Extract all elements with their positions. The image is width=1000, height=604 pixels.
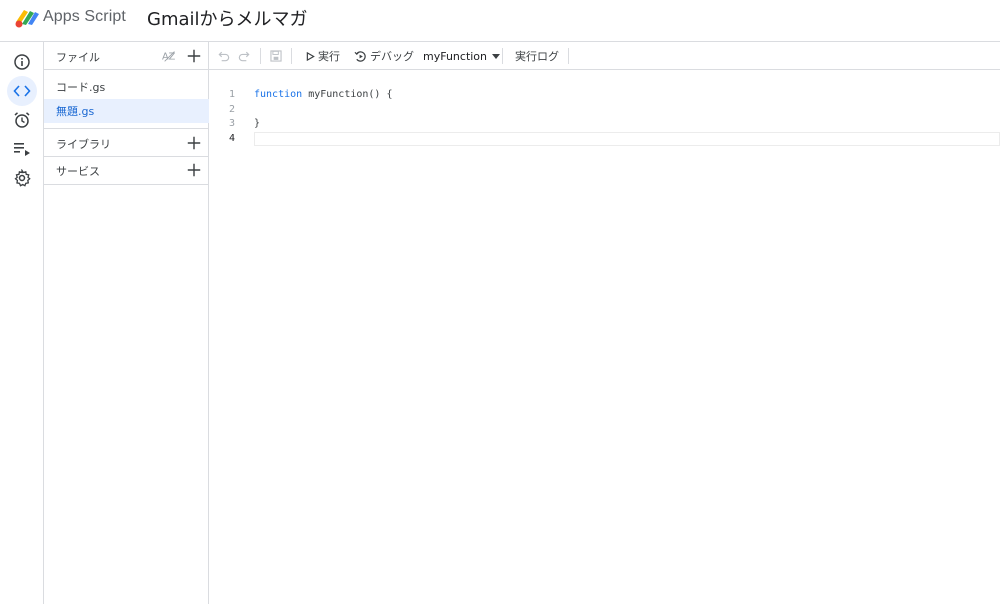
file-item-selected[interactable]: 無題.gs bbox=[44, 99, 209, 123]
line-number: 1 bbox=[228, 89, 235, 100]
apps-script-logo-icon[interactable] bbox=[14, 6, 40, 28]
code-text: myFunction() { bbox=[302, 89, 393, 100]
add-file-icon[interactable] bbox=[185, 47, 203, 65]
services-section: サービス bbox=[44, 156, 209, 185]
line-number: 3 bbox=[228, 118, 235, 129]
line-number: 2 bbox=[228, 104, 235, 115]
alarm-icon bbox=[14, 112, 30, 128]
playlist-play-icon bbox=[14, 143, 30, 156]
sort-az-icon[interactable]: AZ bbox=[161, 47, 179, 65]
libraries-label: ライブラリ bbox=[56, 138, 111, 151]
files-header: ファイル AZ bbox=[44, 42, 209, 70]
toolbar-divider bbox=[291, 48, 292, 64]
debug-icon bbox=[354, 50, 366, 62]
overview-button[interactable] bbox=[7, 47, 37, 77]
editor-button[interactable] bbox=[7, 76, 37, 106]
libraries-section: ライブラリ bbox=[44, 128, 209, 157]
info-icon bbox=[14, 54, 30, 70]
toolbar-divider bbox=[568, 48, 569, 64]
function-selector[interactable]: myFunction bbox=[423, 47, 504, 65]
run-button[interactable]: 実行 bbox=[306, 47, 340, 65]
execution-log-label: 実行ログ bbox=[515, 50, 559, 63]
project-title[interactable]: Gmailからメルマガ bbox=[147, 5, 308, 31]
left-nav-rail bbox=[0, 42, 44, 604]
line-number-current: 4 bbox=[228, 133, 235, 144]
dropdown-arrow-icon bbox=[492, 54, 501, 59]
add-service-icon[interactable] bbox=[185, 161, 203, 179]
save-icon[interactable] bbox=[267, 47, 285, 65]
play-icon bbox=[306, 51, 315, 61]
toolbar-divider bbox=[502, 48, 503, 64]
current-line-highlight bbox=[254, 132, 1000, 146]
files-title: ファイル bbox=[56, 51, 100, 64]
project-settings-button[interactable] bbox=[7, 163, 37, 193]
app-header: Apps Script Gmailからメルマガ bbox=[0, 0, 1000, 42]
file-item[interactable]: コード.gs bbox=[44, 75, 209, 99]
executions-button[interactable] bbox=[7, 134, 37, 164]
function-selector-value: myFunction bbox=[423, 49, 488, 63]
execution-log-button[interactable]: 実行ログ bbox=[515, 47, 559, 65]
debug-label: デバッグ bbox=[370, 50, 414, 63]
undo-icon[interactable] bbox=[215, 47, 233, 65]
files-panel: ファイル AZ コード.gs 無題.gs ライブラリ サービス bbox=[44, 42, 209, 604]
services-label: サービス bbox=[56, 165, 100, 178]
toolbar-divider bbox=[260, 48, 261, 64]
add-library-icon[interactable] bbox=[185, 134, 203, 152]
editor-toolbar: 実行 デバッグ myFunction 実行ログ bbox=[209, 42, 1000, 70]
app-name[interactable]: Apps Script bbox=[43, 8, 126, 26]
code-line[interactable]: function myFunction() { bbox=[254, 89, 392, 100]
code-keyword: function bbox=[254, 89, 303, 100]
debug-button[interactable]: デバッグ bbox=[354, 47, 414, 65]
gear-icon bbox=[14, 169, 31, 187]
redo-icon[interactable] bbox=[235, 47, 253, 65]
triggers-button[interactable] bbox=[7, 105, 37, 135]
code-icon bbox=[13, 85, 31, 97]
run-label: 実行 bbox=[318, 50, 340, 63]
code-line[interactable]: } bbox=[254, 118, 260, 129]
code-editor[interactable]: 1 2 3 4 function myFunction() { } bbox=[209, 71, 1000, 604]
